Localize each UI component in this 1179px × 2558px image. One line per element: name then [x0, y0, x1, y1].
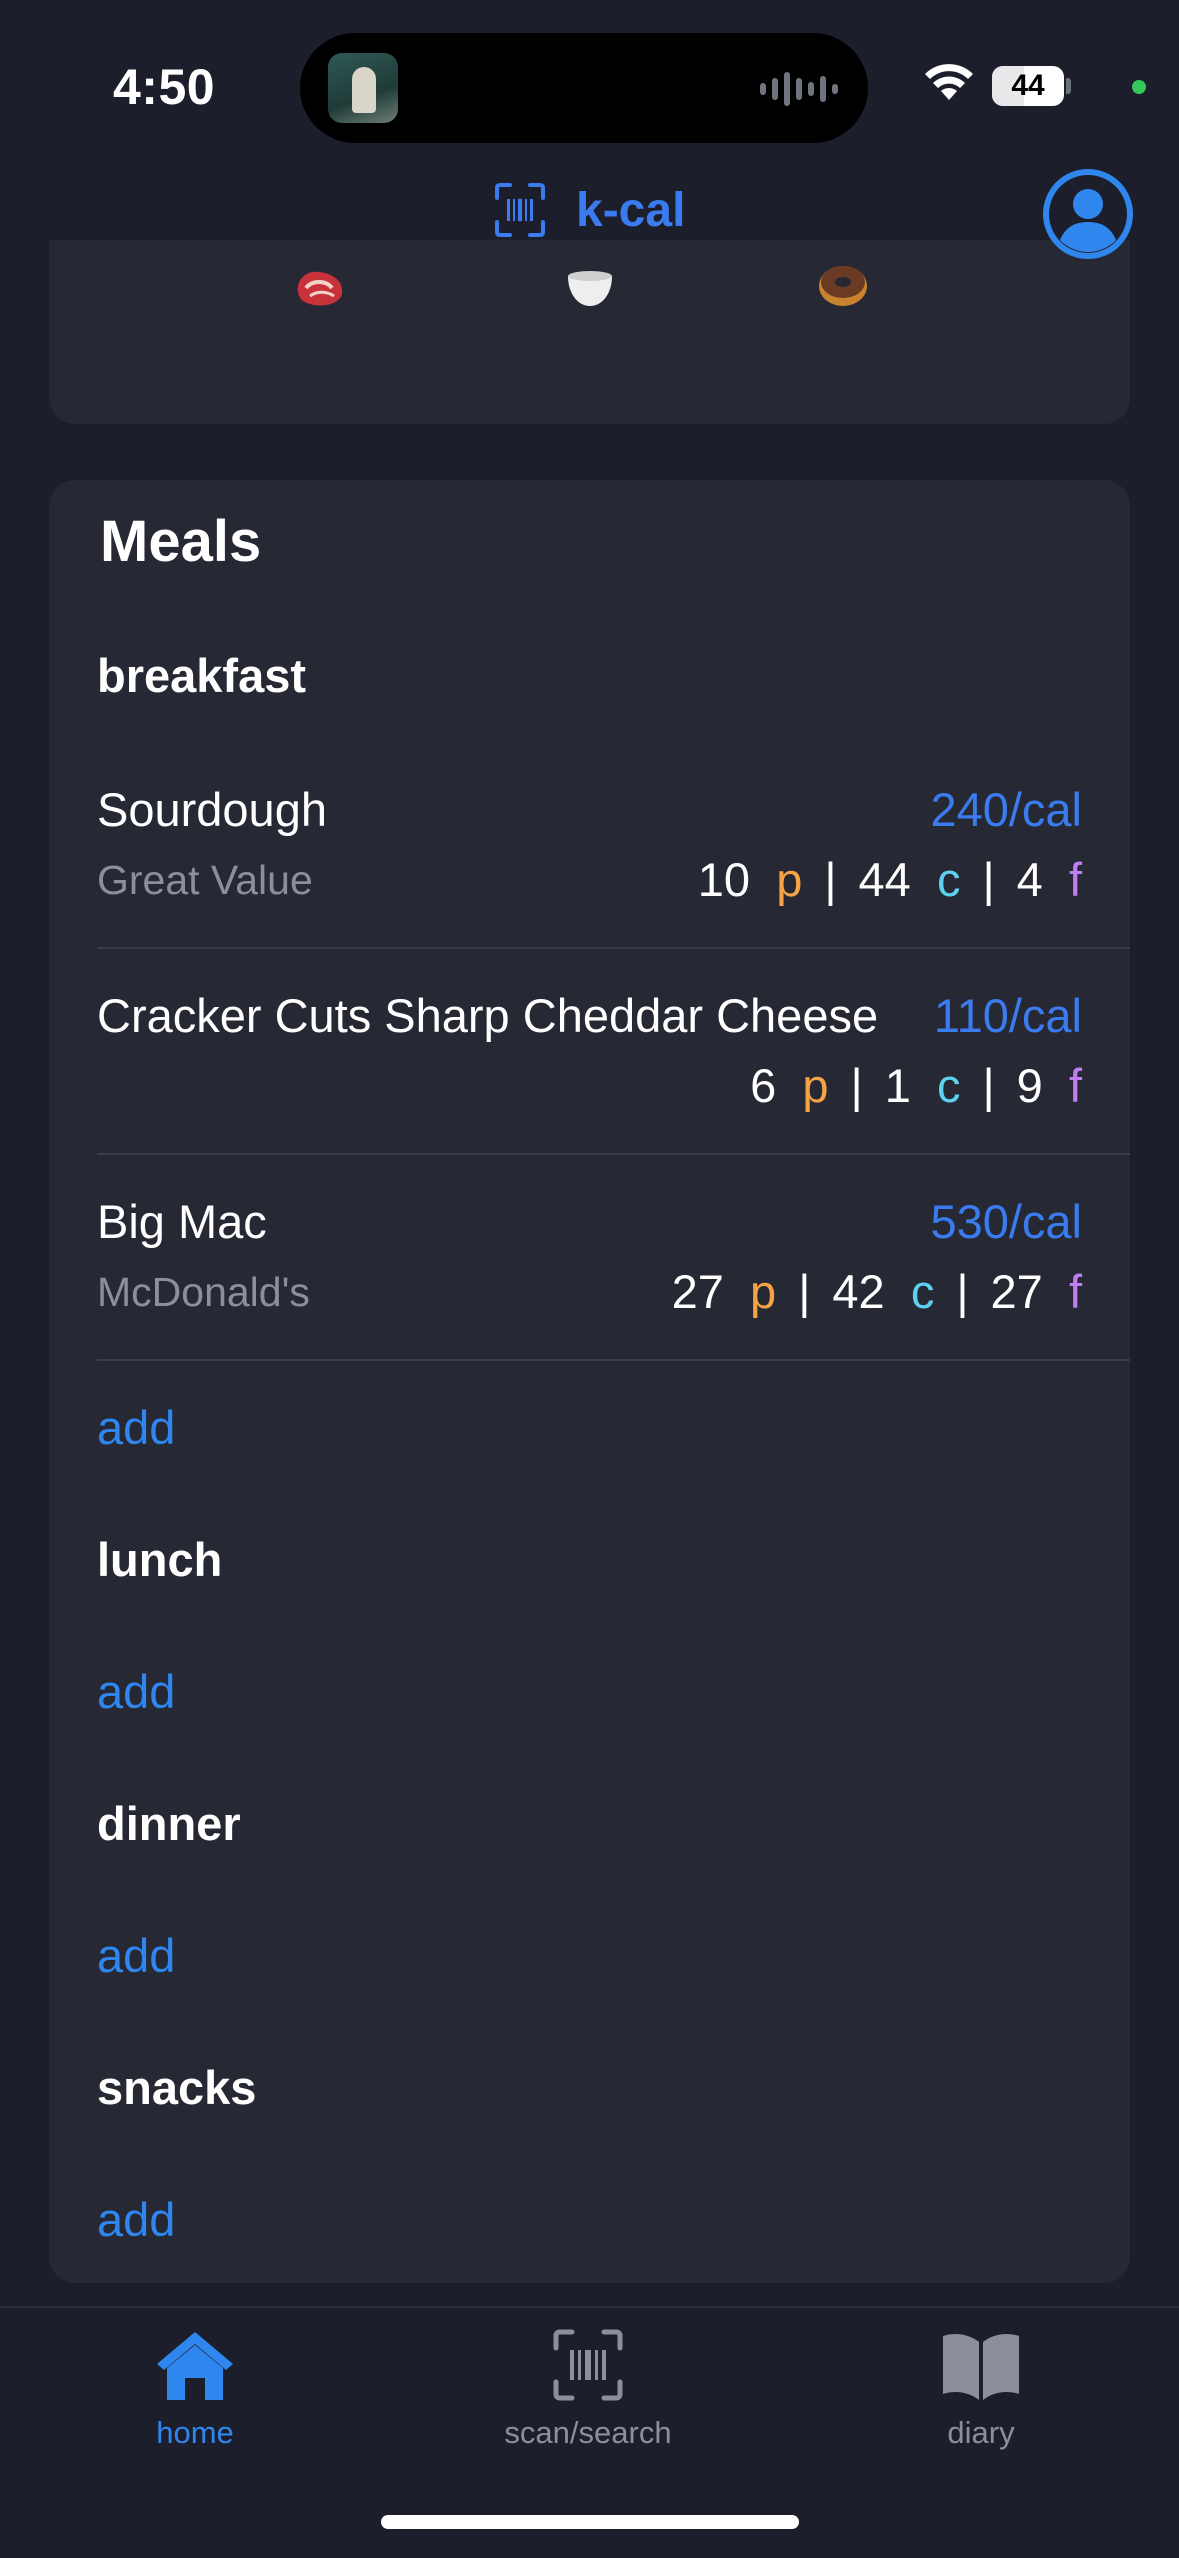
- food-item-big-mac[interactable]: Big Mac McDonald's 530/cal 27 p | 42 c | 27 …: [97, 1194, 1130, 1334]
- battery-level: 44: [1011, 69, 1045, 102]
- section-dinner: dinner: [97, 1797, 241, 1850]
- carbs-letter: c: [936, 853, 961, 906]
- camera-in-use-dot: [1132, 80, 1146, 94]
- tab-label: scan/search: [504, 2415, 672, 2450]
- book-icon: [943, 2334, 1019, 2400]
- meals-title: Meals: [100, 509, 262, 574]
- protein-value: 27: [671, 1265, 724, 1318]
- app-title-text: k-cal: [576, 183, 686, 237]
- status-time: 4:50: [113, 59, 216, 115]
- app-title: k-cal: [494, 182, 685, 238]
- separator: |: [956, 1265, 969, 1318]
- divider: [97, 1153, 1130, 1155]
- separator: |: [850, 1059, 863, 1112]
- barcode-scan-icon: [553, 2329, 623, 2401]
- tab-diary[interactable]: diary: [851, 2328, 1111, 2451]
- separator: |: [982, 853, 995, 906]
- food-macros: 27 p | 42 c | 27 f: [672, 1264, 1082, 1319]
- add-breakfast-button[interactable]: add: [97, 1400, 175, 1455]
- dynamic-island[interactable]: [300, 33, 868, 143]
- fat-value: 4: [1016, 853, 1043, 906]
- section-snacks: snacks: [97, 2061, 257, 2114]
- audio-waveform-icon: [760, 69, 838, 109]
- carbs-value: 44: [858, 853, 911, 906]
- food-calories: 530/cal: [930, 1195, 1082, 1248]
- food-macros: 6 p | 1 c | 9 f: [750, 1058, 1082, 1113]
- barcode-scan-icon: [495, 183, 545, 237]
- divider: [97, 947, 1130, 949]
- fat-letter: f: [1068, 1059, 1082, 1112]
- donut-icon: [819, 266, 867, 306]
- battery-indicator: 44: [992, 66, 1064, 106]
- food-macros: 10 p | 44 c | 4 f: [698, 852, 1082, 907]
- tab-label: home: [156, 2415, 234, 2450]
- carbs-value: 1: [884, 1059, 911, 1112]
- carbs-value: 42: [832, 1265, 885, 1318]
- carbs-letter: c: [936, 1059, 961, 1112]
- profile-button[interactable]: [1042, 168, 1134, 260]
- meals-card: Meals breakfast Sourdough Great Value 24…: [49, 480, 1130, 2283]
- fat-letter: f: [1068, 1265, 1082, 1318]
- tab-home[interactable]: home: [65, 2328, 325, 2451]
- wifi-icon: [925, 64, 973, 100]
- fat-value: 27: [990, 1265, 1043, 1318]
- add-dinner-button[interactable]: add: [97, 1928, 175, 1983]
- food-name: Cracker Cuts Sharp Cheddar Cheese: [97, 989, 879, 1042]
- steak-icon: [297, 271, 343, 306]
- food-brand: Great Value: [97, 857, 313, 903]
- separator: |: [982, 1059, 995, 1112]
- fat-value: 9: [1016, 1059, 1043, 1112]
- tab-label: diary: [947, 2415, 1015, 2450]
- separator: |: [824, 853, 837, 906]
- divider: [97, 1359, 1130, 1361]
- food-name: Big Mac: [97, 1195, 267, 1248]
- add-snacks-button[interactable]: add: [97, 2192, 175, 2247]
- tab-scan-search[interactable]: scan/search: [458, 2328, 718, 2451]
- home-indicator[interactable]: [381, 2515, 799, 2529]
- protein-letter: p: [750, 1265, 777, 1318]
- section-lunch: lunch: [97, 1533, 223, 1586]
- egg-bowl-icon: [568, 271, 612, 306]
- fat-letter: f: [1068, 853, 1082, 906]
- house-icon: [157, 2332, 233, 2400]
- protein-value: 6: [750, 1059, 777, 1112]
- food-item-sourdough[interactable]: Sourdough Great Value 240/cal 10 p | 44 c |…: [97, 782, 1130, 922]
- section-breakfast: breakfast: [97, 649, 306, 702]
- add-lunch-button[interactable]: add: [97, 1664, 175, 1719]
- now-playing-artwork: [328, 53, 398, 123]
- food-item-cracker-cuts[interactable]: Cracker Cuts Sharp Cheddar Cheese 110/ca…: [97, 988, 1130, 1128]
- protein-value: 10: [697, 853, 751, 906]
- separator: |: [798, 1265, 811, 1318]
- food-calories: 240/cal: [930, 783, 1082, 836]
- food-brand: McDonald's: [97, 1269, 310, 1315]
- carbs-letter: c: [910, 1265, 935, 1318]
- food-name: Sourdough: [97, 783, 327, 836]
- protein-letter: p: [776, 853, 803, 906]
- battery-nub: [1066, 78, 1071, 94]
- protein-letter: p: [802, 1059, 829, 1112]
- food-calories: 110/cal: [933, 989, 1082, 1042]
